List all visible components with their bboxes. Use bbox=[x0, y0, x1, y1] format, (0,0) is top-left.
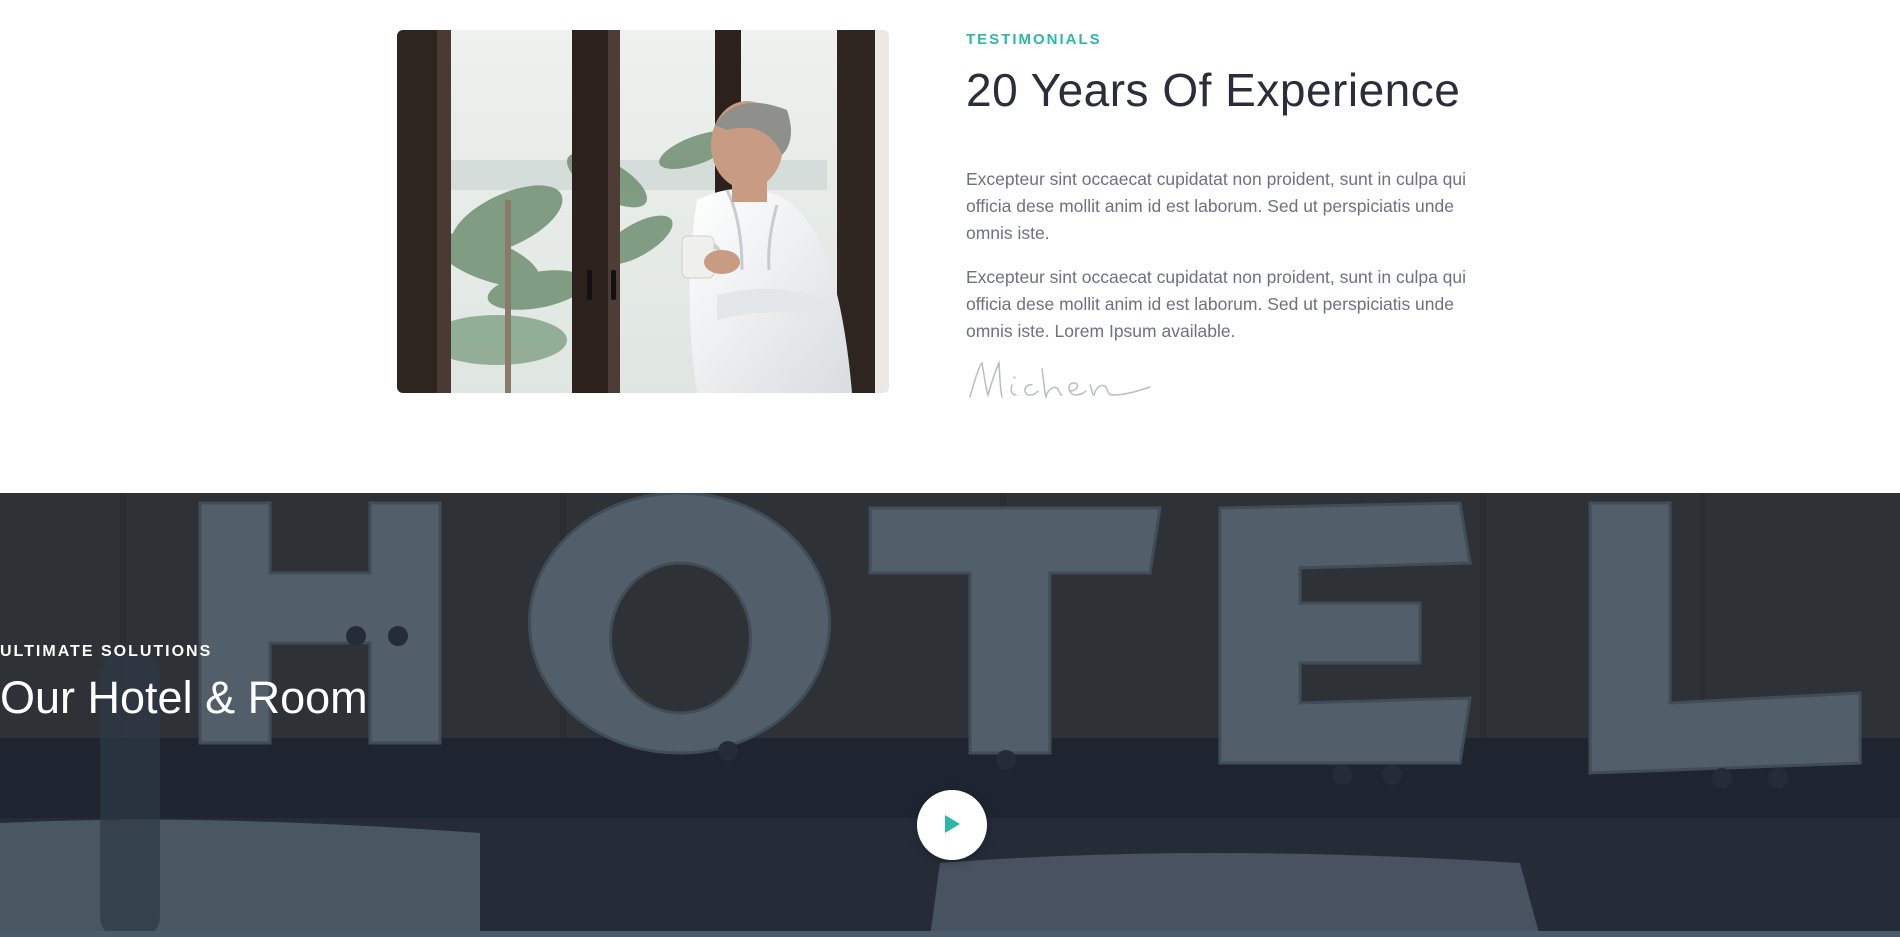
testimonials-section: Testimonials 20 Years Of Experience Exce… bbox=[0, 0, 1900, 493]
banner-divider bbox=[0, 931, 1900, 937]
play-video-button[interactable] bbox=[917, 790, 987, 860]
testimonial-paragraph: Excepteur sint occaecat cupidatat non pr… bbox=[966, 267, 1467, 341]
play-icon bbox=[945, 815, 960, 833]
section-eyebrow: Testimonials bbox=[966, 31, 1102, 48]
man-in-bathrobe-photo bbox=[397, 30, 889, 393]
testimonial-paragraph: Excepteur sint occaecat cupidatat non pr… bbox=[966, 169, 1467, 243]
section-title: 20 Years Of Experience bbox=[966, 64, 1461, 116]
banner-eyebrow: Ultimate Solutions bbox=[0, 643, 213, 660]
signature-image bbox=[966, 355, 1156, 405]
testimonials-content: Testimonials 20 Years Of Experience Exce… bbox=[966, 30, 1506, 405]
banner-title: Our Hotel & Room bbox=[0, 672, 368, 723]
hotel-video-banner: Ultimate Solutions Our Hotel & Room bbox=[0, 493, 1900, 937]
